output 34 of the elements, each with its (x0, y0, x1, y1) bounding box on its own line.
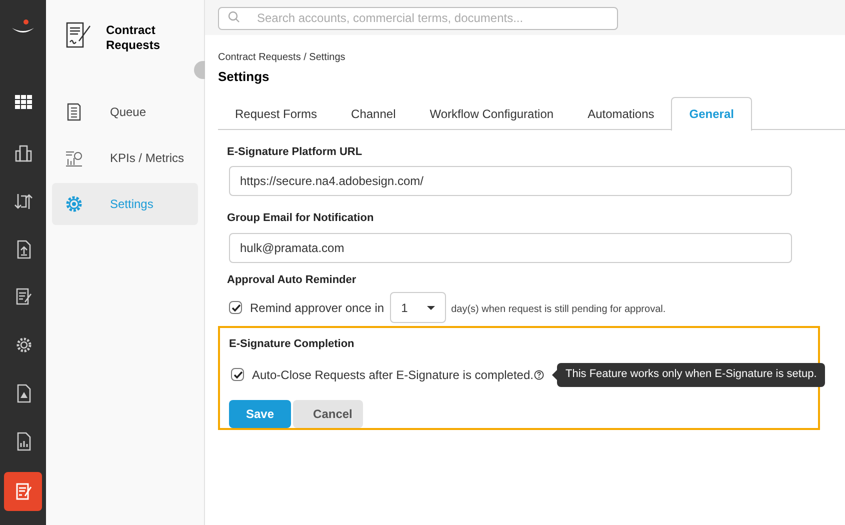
sidebar-title: Contract Requests (106, 23, 162, 53)
tooltip: This Feature works only when E-Signature is setup. (557, 362, 825, 386)
caret-icon (427, 306, 436, 310)
cancel-button[interactable]: Cancel (293, 400, 364, 428)
checkbox[interactable] (231, 368, 244, 381)
sidebar-item[interactable]: KPIs / Metrics (52, 137, 198, 179)
collapse-handle[interactable] (194, 61, 205, 79)
sidebar-item[interactable]: Queue (52, 91, 198, 133)
checkbox-label: Auto-Close Requests after E-Signature is completed. (252, 366, 534, 384)
help-icon[interactable] (534, 370, 544, 380)
search-icon (228, 11, 240, 23)
field-label: Group Email for Notification (227, 211, 375, 226)
section-label: Approval Auto Reminder (227, 272, 358, 288)
section-label: E-Signature Completion (229, 337, 356, 352)
tab[interactable]: Automations (570, 96, 672, 130)
dollar-transfer-icon (12, 191, 34, 212)
page-title: Settings (218, 68, 270, 86)
settings-icon (64, 194, 84, 214)
contract-signature-icon (65, 21, 93, 49)
breadcrumb: Contract Requests / Settings (218, 51, 346, 64)
tab[interactable]: Request Forms (218, 96, 334, 130)
days-dropdown[interactable]: 1 (390, 292, 446, 323)
input-field[interactable]: hulk@pramata.com (229, 232, 792, 262)
tab[interactable]: Workflow Configuration (412, 96, 571, 130)
building-icon (12, 143, 34, 164)
input-field[interactable]: https://secure.na4.adobesign.com/ (229, 166, 792, 196)
tooltip-pointer-icon (552, 370, 558, 380)
checkbox-label: Remind approver once in (250, 300, 384, 316)
logo-icon[interactable] (11, 19, 35, 35)
tab[interactable]: Channel (334, 96, 413, 130)
search-field[interactable]: Search accounts, commercial terms, documents... (218, 6, 618, 30)
helper-text: day(s) when request is still pending for approval. (451, 303, 666, 317)
checkbox[interactable] (229, 301, 242, 314)
field-label: E-Signature Platform URL (227, 144, 364, 160)
